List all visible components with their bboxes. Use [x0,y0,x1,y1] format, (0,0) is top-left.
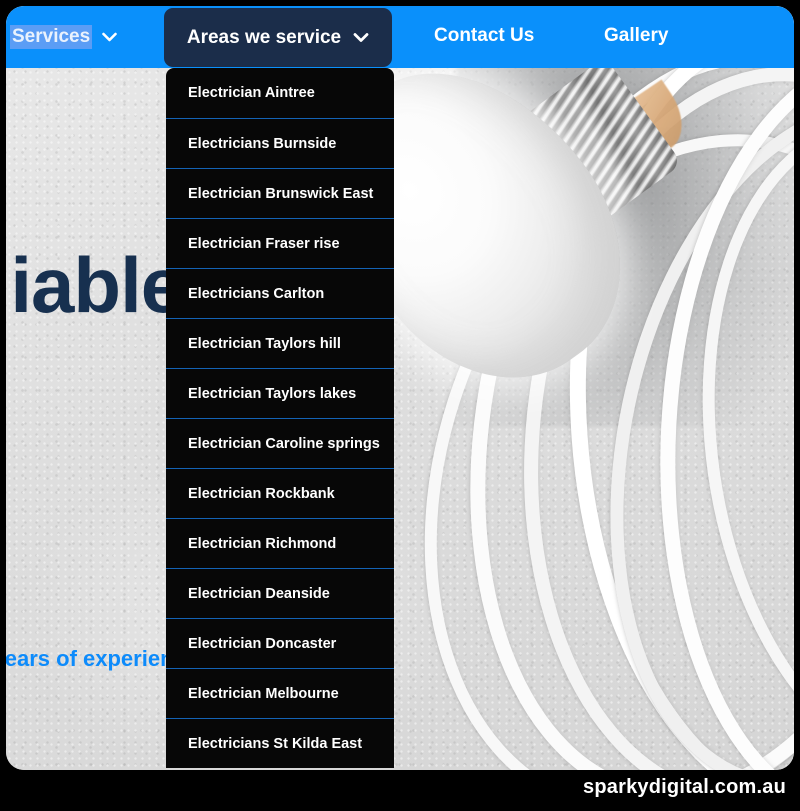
dropdown-item-label: Electrician Deanside [188,585,330,602]
dropdown-item[interactable]: Electricians St Kilda East [166,718,394,768]
nav-item-gallery-label: Gallery [604,25,669,46]
primary-navigation-bar: Services Contact Us Gallery [6,6,794,68]
nav-item-gallery[interactable]: Gallery [604,25,668,47]
nav-item-services[interactable]: Services [10,25,117,49]
page-viewport: & Reliable trical ces ces backed by year… [6,6,794,770]
dropdown-item-label: Electricians Burnside [188,135,337,152]
dropdown-item[interactable]: Electrician Caroline springs [166,418,394,468]
dropdown-item-label: Electrician Taylors hill [188,335,341,352]
dropdown-item[interactable]: Electricians Burnside [166,118,394,168]
dropdown-item-label: Electrician Brunswick East [188,185,374,202]
dropdown-item[interactable]: Electrician Richmond [166,518,394,568]
dropdown-item[interactable]: Electrician Melbourne [166,668,394,718]
dropdown-item[interactable]: Electrician Taylors hill [166,318,394,368]
screenshot-frame: & Reliable trical ces ces backed by year… [0,0,800,811]
nav-item-contact-us[interactable]: Contact Us [434,25,534,47]
chevron-down-icon [353,32,369,43]
dropdown-item-label: Electricians Carlton [188,285,325,302]
dropdown-item-label: Electricians St Kilda East [188,735,363,752]
nav-item-services-label: Services [10,25,93,49]
dropdown-item[interactable]: Electricians Carlton [166,268,394,318]
dropdown-item-label: Electrician Rockbank [188,485,335,502]
dropdown-item[interactable]: Electrician Taylors lakes [166,368,394,418]
dropdown-item[interactable]: Electrician Aintree [166,68,394,118]
nav-item-areas-we-service-label: Areas we service [186,26,342,48]
dropdown-item-label: Electrician Richmond [188,535,337,552]
nav-item-areas-we-service[interactable]: Areas we service [164,8,392,67]
dropdown-item-label: Electrician Melbourne [188,685,339,702]
dropdown-item[interactable]: Electrician Rockbank [166,468,394,518]
dropdown-item[interactable]: Electrician Brunswick East [166,168,394,218]
dropdown-item[interactable]: Electrician Doncaster [166,618,394,668]
dropdown-item-label: Electrician Doncaster [188,635,337,652]
dropdown-item[interactable]: Electrician Fraser rise [166,218,394,268]
dropdown-item-label: Electrician Aintree [188,85,315,101]
site-watermark: sparkydigital.com.au [583,776,786,798]
nav-item-contact-us-label: Contact Us [434,25,535,46]
chevron-down-icon [102,32,117,42]
dropdown-item-label: Electrician Taylors lakes [188,385,357,402]
dropdown-item-label: Electrician Caroline springs [188,435,380,452]
dropdown-item[interactable]: Electrician Deanside [166,568,394,618]
dropdown-item-label: Electrician Fraser rise [188,235,340,252]
areas-we-service-dropdown-menu[interactable]: Electrician Aintree Electricians Burnside… [166,68,394,768]
